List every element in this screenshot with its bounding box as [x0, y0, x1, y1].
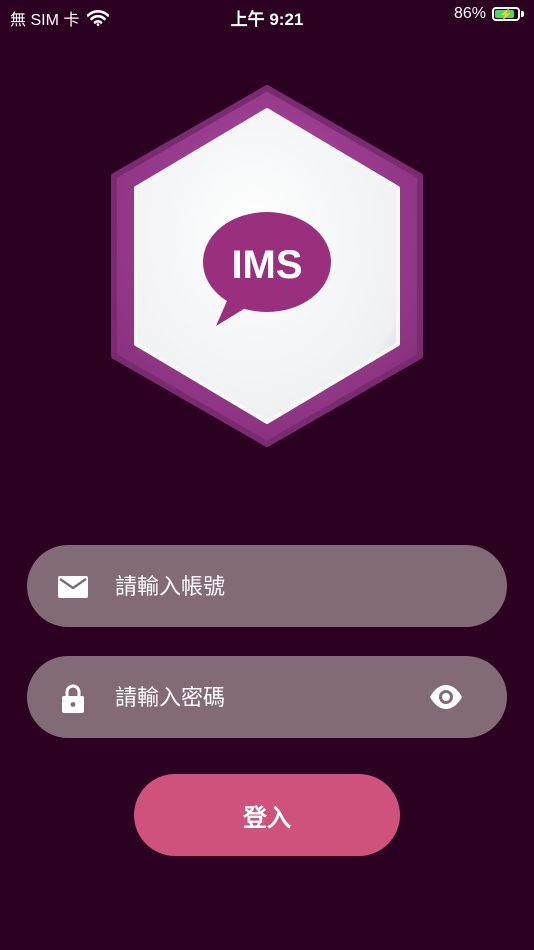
charging-bolt-icon: ⚡: [499, 9, 513, 21]
app-logo: IMS: [102, 84, 432, 448]
account-input[interactable]: [113, 545, 417, 629]
battery-icon: ⚡: [492, 7, 520, 21]
battery-percent: 86%: [453, 5, 486, 22]
password-input[interactable]: [113, 656, 417, 740]
logo-text: IMS: [231, 243, 302, 287]
mail-icon: [57, 571, 89, 603]
account-field[interactable]: [27, 545, 507, 629]
battery-tip: [521, 11, 524, 17]
password-field[interactable]: [27, 656, 507, 740]
eye-icon[interactable]: [429, 681, 463, 713]
login-button[interactable]: 登入: [134, 774, 400, 856]
lock-icon: [57, 682, 89, 714]
status-bar: 無 SIM 卡 上午 9:21 86% ⚡: [0, 0, 534, 32]
status-right: 86% ⚡: [454, 5, 524, 23]
